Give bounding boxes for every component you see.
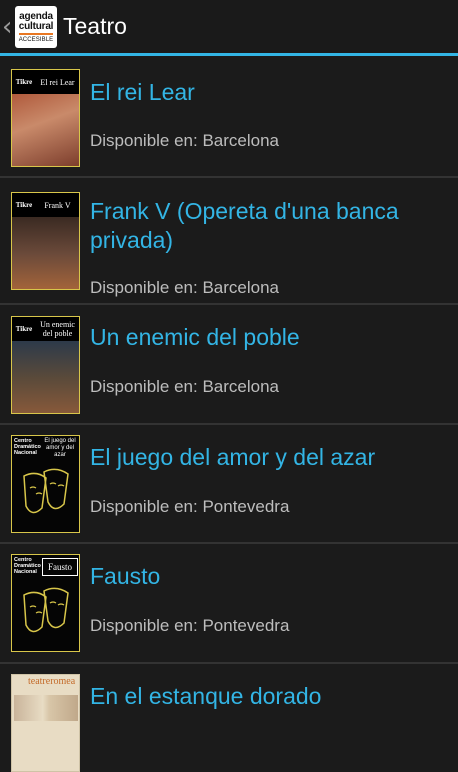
poster-thumbnail: Centro Dramático Nacional El juego del a… [11,435,80,533]
back-chevron-icon[interactable]: ‹ [2,12,14,42]
item-title[interactable]: Un enemic del poble [90,323,420,352]
poster-brand: teatreromea [28,676,76,687]
poster-title: Fausto [42,558,78,576]
item-availability: Disponible en: Pontevedra [90,497,290,516]
item-availability: Disponible en: Barcelona [90,377,280,396]
list-item[interactable]: Centro Dramático Nacional El juego del a… [0,425,458,544]
poster-title: El rei Lear [40,77,75,87]
theater-masks-icon [23,468,69,514]
poster-brand: Centro Dramático Nacional [14,438,41,456]
logo-line1: agenda [19,10,53,22]
poster-thumbnail: Tikre Un enemic del poble [11,316,80,414]
list-item[interactable]: Centro Dramático Nacional Fausto Fausto … [0,544,458,664]
item-availability: Disponible en: Barcelona [90,131,280,150]
item-title[interactable]: El rei Lear [90,78,420,107]
logo-line2: cultural [18,20,54,32]
poster-photo [14,695,78,721]
poster-brand: Centro Dramático Nacional [14,557,41,575]
item-title[interactable]: El juego del amor y del azar [90,443,420,472]
poster-brand: Tikre [15,78,33,86]
theater-masks-icon [23,587,69,633]
poster-brand: Tikre [15,201,33,209]
item-title[interactable]: En el estanque dorado [90,682,420,711]
app-logo[interactable]: agenda cultural ACCESIBLE [15,6,57,48]
poster-band: Tikre Frank V [12,193,79,217]
poster-photo [12,94,79,166]
list-item[interactable]: teatreromea En el estanque dorado [0,664,458,772]
poster-photo [12,341,79,413]
list-item[interactable]: Tikre Un enemic del poble Un enemic del … [0,305,458,425]
logo-underline [19,32,53,35]
page-title: Teatro [63,13,127,39]
poster-thumbnail: Tikre Frank V [11,192,80,290]
poster-thumbnail: Centro Dramático Nacional Fausto [11,554,80,652]
event-list: Tikre El rei Lear El rei Lear Disponible… [0,56,458,772]
poster-band: Tikre Un enemic del poble [12,317,79,341]
list-item[interactable]: Tikre Frank V Frank V (Opereta d'una ban… [0,178,458,305]
poster-photo [12,217,79,289]
item-title[interactable]: Frank V (Opereta d'una banca privada) [90,197,420,255]
poster-title: El juego del amor y del azar [44,438,76,458]
logo-line3: ACCESIBLE [18,36,54,43]
poster-band: Tikre El rei Lear [12,70,79,94]
item-availability: Disponible en: Pontevedra [90,616,290,635]
poster-thumbnail: Tikre El rei Lear [11,69,80,167]
poster-thumbnail: teatreromea [11,674,80,772]
list-item[interactable]: Tikre El rei Lear El rei Lear Disponible… [0,56,458,178]
item-availability: Disponible en: Barcelona [90,278,280,297]
poster-title: Frank V [44,200,71,210]
action-bar: ‹ agenda cultural ACCESIBLE Teatro [0,0,458,56]
poster-title: Un enemic del poble [40,320,75,338]
item-title[interactable]: Fausto [90,562,420,591]
poster-brand: Tikre [15,325,33,333]
